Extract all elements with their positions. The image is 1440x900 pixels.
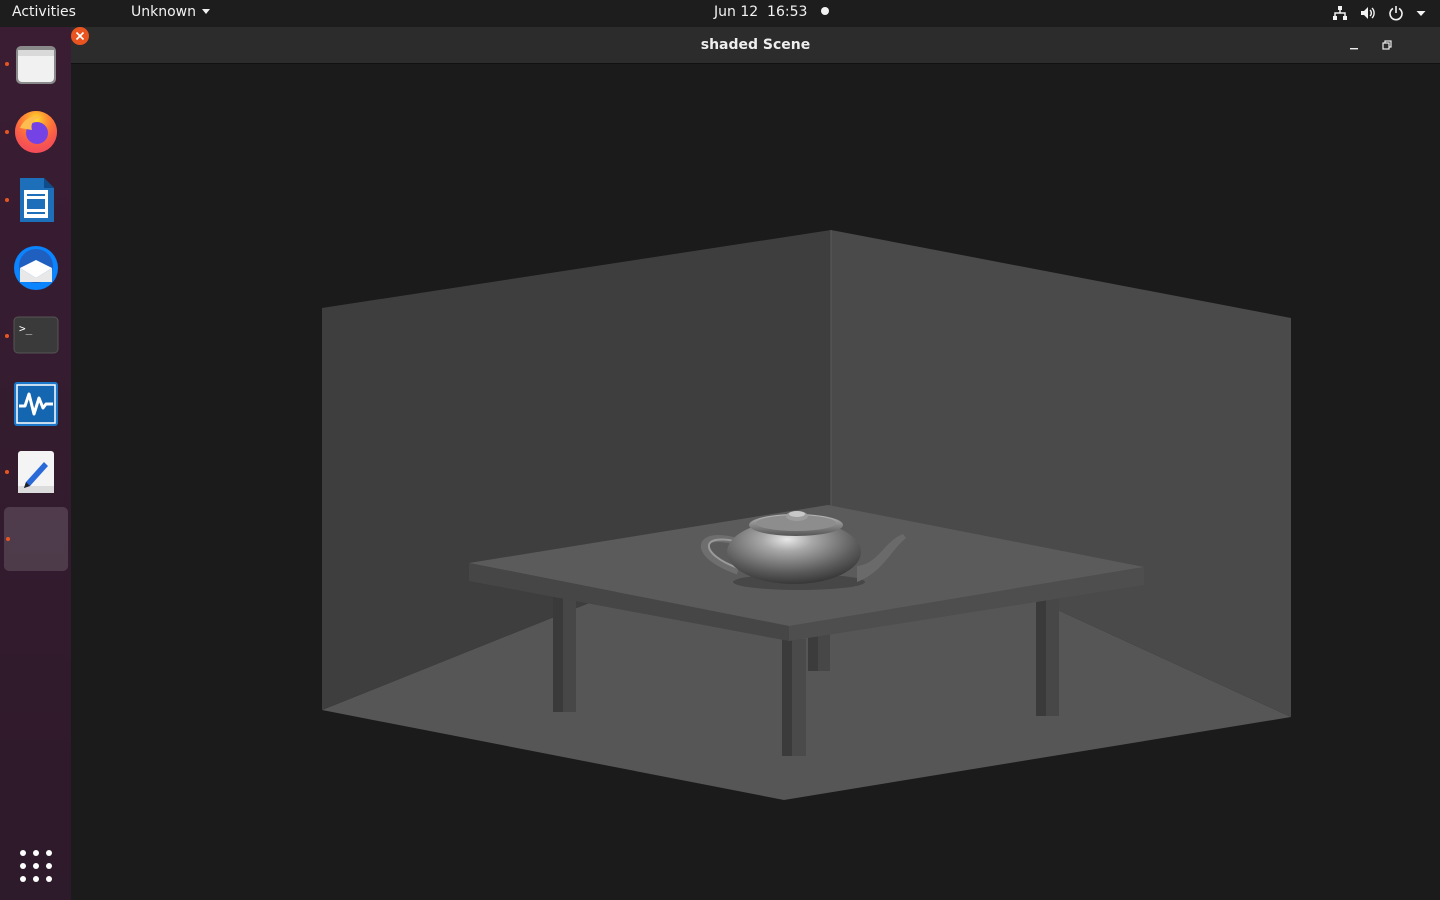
terminal-icon: >_ <box>13 316 59 354</box>
files-icon <box>16 46 56 84</box>
maximize-button[interactable] <box>1378 36 1396 54</box>
dock-item-firefox[interactable] <box>5 108 60 156</box>
window-titlebar[interactable]: shaded Scene <box>71 27 1440 64</box>
dock: >_ <box>0 27 71 900</box>
network-icon <box>1333 6 1347 20</box>
chevron-down-icon <box>202 9 210 14</box>
activities-button[interactable]: Activities <box>12 4 76 20</box>
monitor-icon <box>14 382 58 426</box>
clock-date: Jun 12 <box>714 4 759 20</box>
running-indicator <box>5 470 9 474</box>
app-menu[interactable]: Unknown <box>131 4 210 20</box>
firefox-icon <box>15 111 57 153</box>
running-indicator <box>5 62 9 66</box>
clock[interactable]: Jun 12 16:53 <box>714 4 830 20</box>
dock-item-shaded-scene[interactable] <box>4 507 68 571</box>
top-bar: Activities Unknown Jun 12 16:53 <box>0 0 1440 27</box>
running-indicator <box>5 198 9 202</box>
text-editor-icon <box>18 451 54 493</box>
running-indicator <box>5 334 9 338</box>
running-indicator <box>6 537 10 541</box>
svg-text:>_: >_ <box>19 322 33 335</box>
chevron-down-icon <box>1416 11 1426 16</box>
window-title: shaded Scene <box>700 37 811 53</box>
clock-time: 16:53 <box>767 4 808 20</box>
notification-dot-icon <box>821 7 830 15</box>
dock-item-terminal[interactable]: >_ <box>5 312 60 360</box>
application-window: shaded Scene <box>71 27 1440 900</box>
power-icon <box>1389 6 1403 21</box>
dock-item-writer[interactable] <box>5 176 60 224</box>
app-menu-label: Unknown <box>131 4 196 20</box>
volume-icon <box>1361 7 1375 19</box>
running-indicator <box>5 130 9 134</box>
scene-viewport[interactable] <box>71 64 1440 900</box>
grid-icon <box>20 850 52 882</box>
thunderbird-icon <box>14 246 58 290</box>
dock-item-files[interactable] <box>5 40 60 88</box>
dock-item-text-editor[interactable] <box>5 448 60 496</box>
show-applications-button[interactable] <box>19 849 53 883</box>
minimize-button[interactable] <box>1345 36 1363 54</box>
restore-icon <box>1382 40 1392 50</box>
minimize-icon <box>1350 48 1358 50</box>
system-tray[interactable] <box>1332 5 1426 21</box>
writer-icon <box>20 178 54 222</box>
dock-item-system-monitor[interactable] <box>12 380 60 428</box>
dock-item-thunderbird[interactable] <box>12 244 60 292</box>
